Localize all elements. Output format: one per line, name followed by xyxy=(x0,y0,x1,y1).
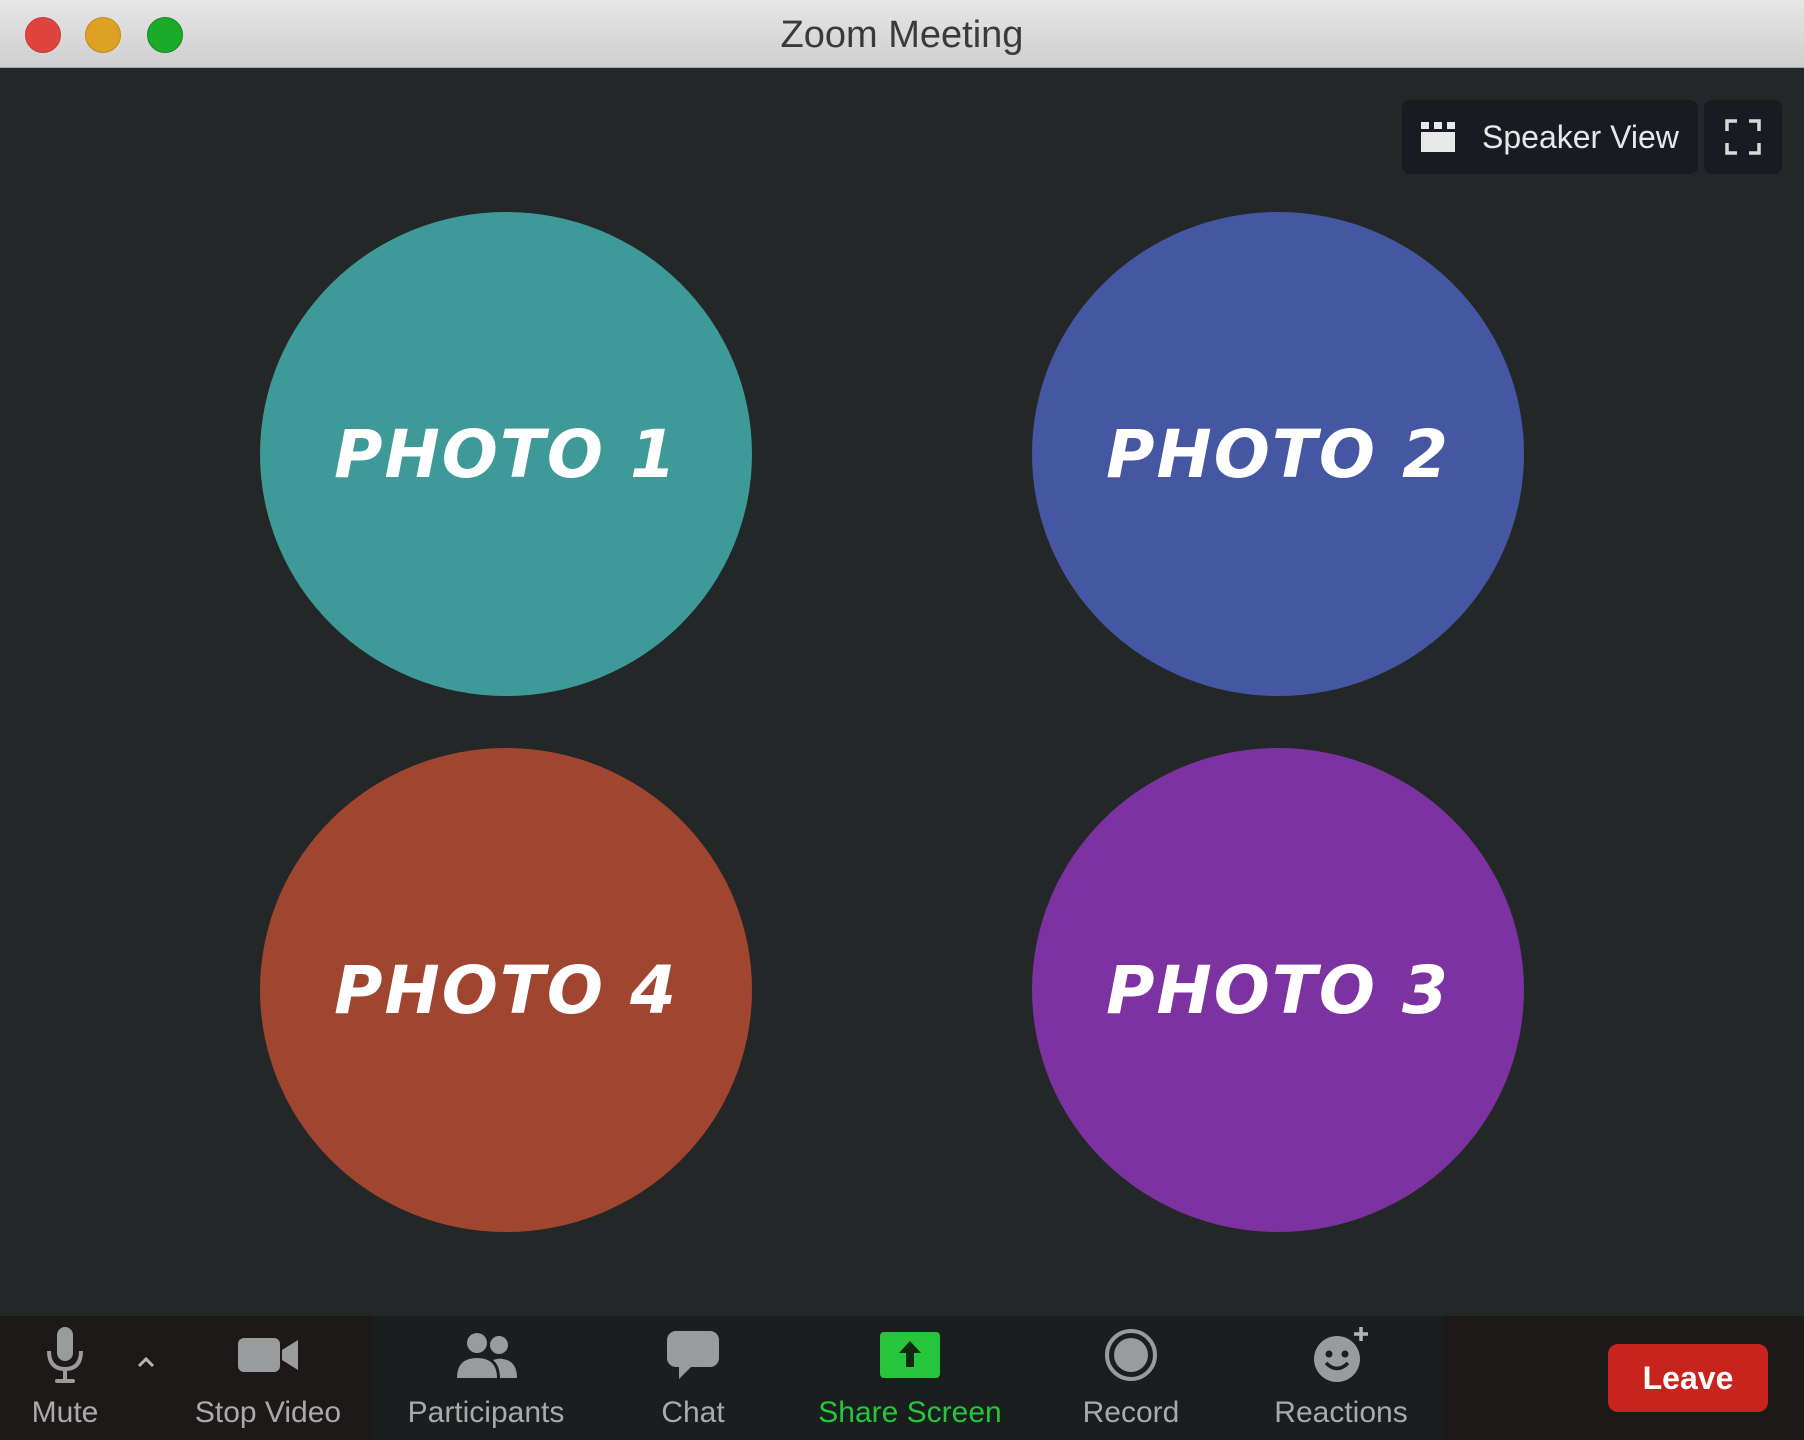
speaker-view-button[interactable]: Speaker View xyxy=(1402,100,1698,174)
reactions-label: Reactions xyxy=(1274,1396,1408,1429)
meeting-toolbar: Mute Stop Video Participants Chat Share … xyxy=(0,1316,1804,1440)
participant-label: PHOTO 2 xyxy=(1106,415,1450,493)
video-camera-icon xyxy=(238,1338,298,1372)
record-label: Record xyxy=(1082,1396,1180,1429)
participant-label: PHOTO 4 xyxy=(334,951,678,1029)
microphone-icon xyxy=(47,1327,83,1383)
fullscreen-button[interactable] xyxy=(1704,100,1782,174)
participants-label: Participants xyxy=(407,1396,565,1429)
share-screen-label: Share Screen xyxy=(818,1396,1002,1429)
leave-button[interactable]: Leave xyxy=(1608,1344,1768,1412)
title-bar: Zoom Meeting xyxy=(0,0,1804,68)
stop-video-button[interactable]: Stop Video xyxy=(182,1316,354,1440)
participant-label: PHOTO 1 xyxy=(334,415,678,493)
record-button[interactable]: Record xyxy=(1076,1316,1186,1440)
participant-tile-photo-2[interactable]: PHOTO 2 xyxy=(1032,212,1524,696)
chat-label: Chat xyxy=(661,1396,725,1429)
people-icon xyxy=(457,1333,517,1378)
mute-label: Mute xyxy=(31,1396,99,1429)
audio-options-button[interactable] xyxy=(134,1350,158,1374)
participants-button[interactable]: Participants xyxy=(396,1316,576,1440)
mute-button[interactable]: Mute xyxy=(16,1316,114,1440)
stop-video-label: Stop Video xyxy=(194,1396,342,1429)
record-icon xyxy=(1105,1329,1157,1381)
window-title: Zoom Meeting xyxy=(780,14,1024,56)
participant-tile-photo-3[interactable]: PHOTO 3 xyxy=(1032,748,1524,1232)
chevron-up-icon xyxy=(137,1356,155,1368)
zoom-window: Zoom Meeting Speaker View PHOTO 1 PHOTO … xyxy=(0,0,1804,1440)
participant-tile-photo-1[interactable]: PHOTO 1 xyxy=(260,212,752,696)
reactions-button[interactable]: Reactions xyxy=(1266,1316,1416,1440)
grid-icon xyxy=(1421,122,1455,152)
participant-tile-photo-4[interactable]: PHOTO 4 xyxy=(260,748,752,1232)
fullscreen-icon xyxy=(1725,119,1761,155)
chat-button[interactable]: Chat xyxy=(648,1316,738,1440)
share-screen-icon xyxy=(880,1332,940,1378)
chat-bubble-icon xyxy=(667,1331,719,1379)
share-screen-button[interactable]: Share Screen xyxy=(810,1316,1010,1440)
smiley-plus-icon xyxy=(1314,1327,1368,1382)
speaker-view-label: Speaker View xyxy=(1482,118,1679,155)
participant-label: PHOTO 3 xyxy=(1106,951,1450,1029)
